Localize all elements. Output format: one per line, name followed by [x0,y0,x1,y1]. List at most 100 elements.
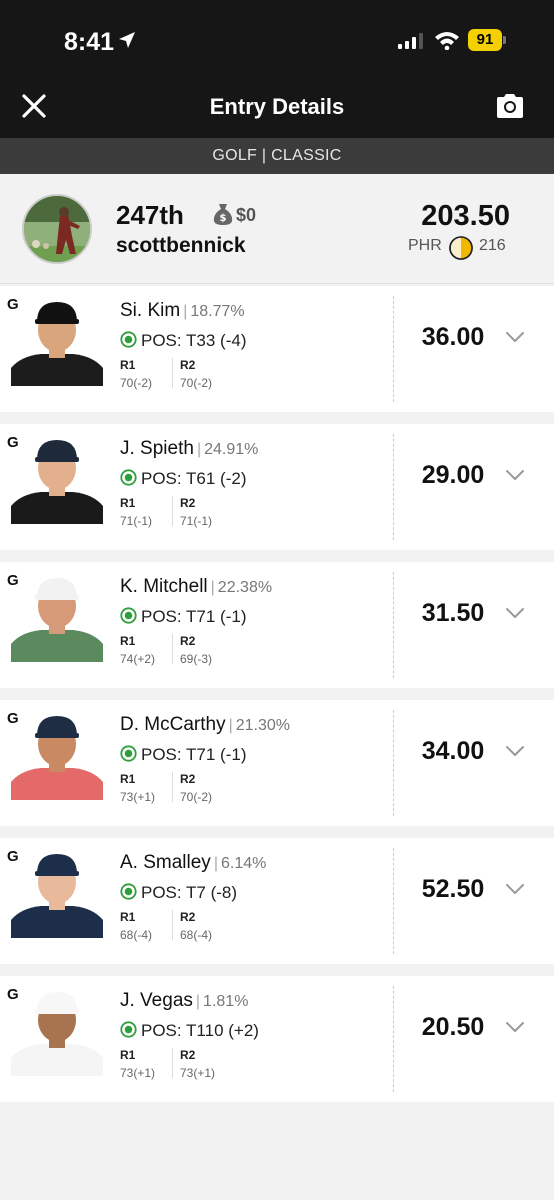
player-headshot [11,434,103,524]
player-card[interactable]: G K. Mitchell | 22.38% POS: T71 (-1) R1 74… [0,562,554,688]
chevron-down-icon[interactable] [505,469,525,481]
round-2-label: R2 [180,772,196,786]
chevron-down-icon[interactable] [505,745,525,757]
battery-indicator: 91 [468,29,506,51]
player-ownership: 1.81% [203,993,249,1010]
player-headshot [11,986,103,1076]
round-divider [172,772,173,802]
page-title: Entry Details [209,94,345,119]
phr-label: PHR [408,237,442,254]
player-name-line: J. Vegas | 1.81% [120,990,249,1011]
player-position-status: POS: T110 (+2) [120,1021,259,1041]
player-ownership: 24.91% [204,441,259,458]
player-ownership: 21.30% [235,717,290,734]
player-card[interactable]: G Si. Kim | 18.77% POS: T33 (-4) R1 70(-2) [0,286,554,412]
live-status-icon [120,883,137,900]
wifi-icon [435,32,459,50]
round-1-score: 70(-2) [120,376,153,390]
round-2: R2 69(-3) [180,634,212,666]
player-card[interactable]: G A. Smalley | 6.14% POS: T7 (-8) R1 68(-4… [0,838,554,964]
entry-total-score: 203.50 [421,200,510,232]
player-name-line: K. Mitchell | 22.38% [120,576,273,597]
player-tournament-position: POS: T7 (-8) [141,883,238,902]
avatar [22,194,92,264]
round-2-score: 69(-3) [180,652,213,666]
svg-text:$: $ [220,213,227,224]
player-position-status: POS: T7 (-8) [120,883,237,903]
cellular-signal-icon [398,33,423,49]
top-bar: 8:41 91 Entry Details [0,0,554,138]
player-ownership: 6.14% [220,855,267,872]
chevron-down-icon[interactable] [505,607,525,619]
player-name: J. Vegas [120,990,193,1011]
player-card[interactable]: G J. Vegas | 1.81% POS: T110 (+2) R1 73(+1… [0,976,554,1102]
round-divider [172,1048,173,1078]
player-fantasy-points: 34.00 [421,737,485,765]
round-2-label: R2 [180,358,196,372]
player-tournament-position: POS: T71 (-1) [141,745,247,764]
battery-level: 91 [476,31,494,48]
round-1: R1 68(-4) [120,910,152,942]
player-tournament-position: POS: T71 (-1) [141,607,247,626]
player-fantasy-points: 52.50 [421,875,485,903]
player-headshot [11,572,103,662]
contest-type-bar: GOLF | CLASSIC [0,138,554,174]
player-name-line: J. Spieth | 24.91% [120,438,259,459]
round-1: R1 74(+2) [120,634,155,666]
round-2: R2 70(-2) [180,772,212,804]
round-1: R1 71(-1) [120,496,152,528]
player-ownership: 22.38% [217,579,273,596]
card-divider [393,296,394,402]
round-2: R2 73(+1) [180,1048,215,1080]
round-1-score: 73(+1) [120,1066,156,1080]
chevron-down-icon[interactable] [505,883,525,895]
money-bag-icon: $ [213,204,233,225]
live-status-icon [120,745,137,762]
round-2-score: 68(-4) [180,928,213,942]
player-card[interactable]: G D. McCarthy | 21.30% POS: T71 (-1) R1 73… [0,700,554,826]
round-1-label: R1 [120,910,136,924]
player-position-status: POS: T61 (-2) [120,469,247,489]
live-status-icon [120,1021,137,1038]
player-name: D. McCarthy [120,714,226,735]
chevron-down-icon[interactable] [505,331,525,343]
phr-progress-icon [449,236,473,260]
live-status-icon [120,469,137,486]
entry-winnings: $0 [236,205,257,225]
player-fantasy-points: 36.00 [421,323,485,351]
player-card[interactable]: G J. Spieth | 24.91% POS: T61 (-2) R1 71(-… [0,424,554,550]
player-name: J. Spieth [120,438,194,459]
player-headshot [11,296,103,386]
round-1-label: R1 [120,634,136,648]
camera-icon[interactable] [494,92,526,120]
round-1-score: 71(-1) [120,514,153,528]
chevron-down-icon[interactable] [505,1021,525,1033]
player-name-line: Si. Kim | 18.77% [120,300,245,321]
card-divider [393,710,394,816]
player-position-status: POS: T71 (-1) [120,745,247,765]
username: scottbennick [116,234,246,257]
round-2: R2 68(-4) [180,910,212,942]
player-name: A. Smalley [120,852,211,873]
round-2-label: R2 [180,1048,196,1062]
round-divider [172,634,173,664]
card-divider [393,848,394,954]
live-status-icon [120,331,137,348]
round-1-label: R1 [120,496,136,510]
player-name-line: D. McCarthy | 21.30% [120,714,290,735]
round-2-label: R2 [180,634,196,648]
player-ownership: 18.77% [190,303,245,320]
card-divider [393,572,394,678]
player-name-line: A. Smalley | 6.14% [120,852,267,873]
round-1-score: 73(+1) [120,790,156,804]
player-headshot [11,848,103,938]
player-name: Si. Kim [120,300,181,321]
round-2-score: 73(+1) [180,1066,216,1080]
round-divider [172,358,173,388]
round-1: R1 73(+1) [120,1048,155,1080]
player-position-status: POS: T71 (-1) [120,607,247,627]
player-tournament-position: POS: T33 (-4) [141,331,247,350]
player-fantasy-points: 31.50 [421,599,485,627]
player-tournament-position: POS: T61 (-2) [141,469,247,488]
round-2-score: 70(-2) [180,376,213,390]
